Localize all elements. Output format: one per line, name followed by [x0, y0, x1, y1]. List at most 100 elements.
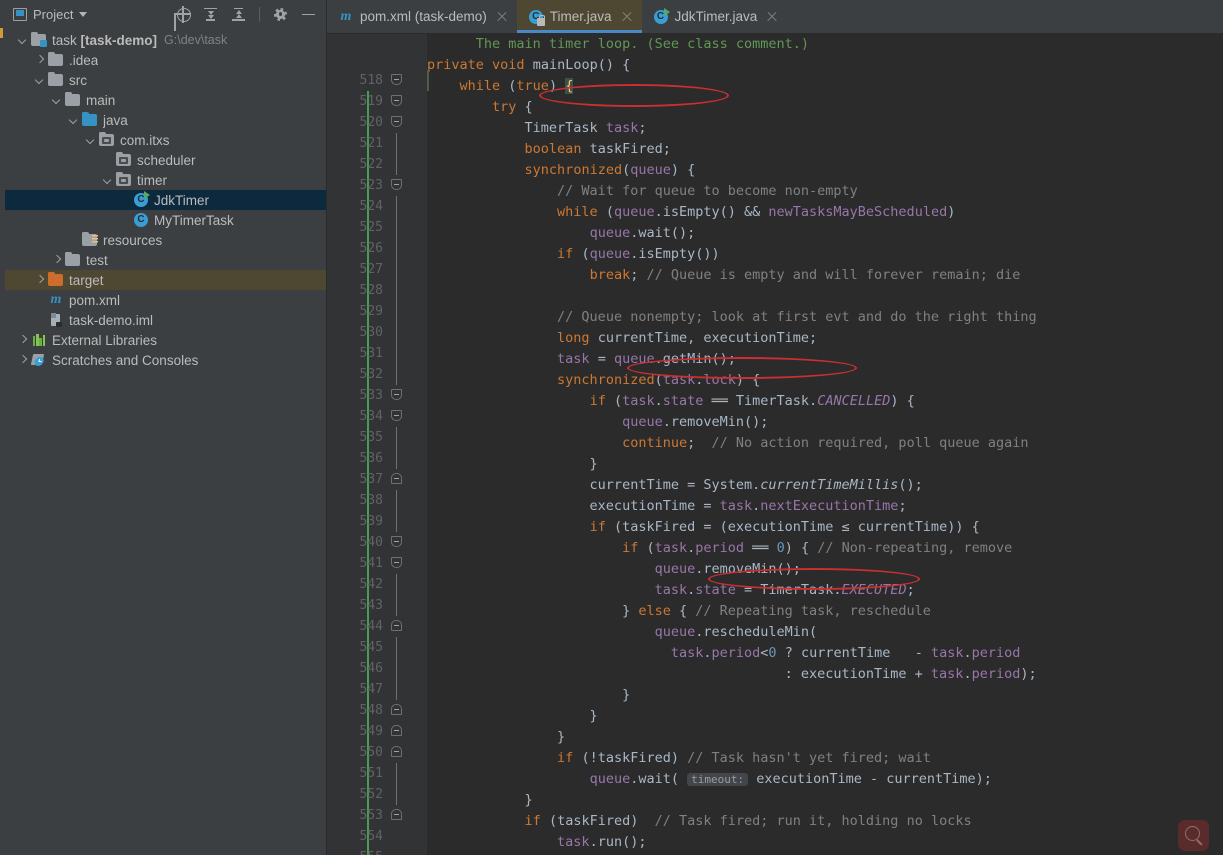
chevron-down-icon[interactable] [102, 174, 114, 186]
code-line[interactable]: private void mainLoop() { [427, 55, 1223, 76]
code-line[interactable]: } [427, 790, 1223, 811]
expand-all-icon[interactable] [203, 7, 218, 22]
fold-marker[interactable] [389, 532, 405, 553]
code-line[interactable]: if (!taskFired) // Task hasn't yet fired… [427, 748, 1223, 769]
tree-item-jdktimer[interactable]: JdkTimer [5, 190, 326, 210]
code-text-area[interactable]: The main timer loop. (See class comment.… [427, 34, 1223, 855]
code-line[interactable]: try { [427, 97, 1223, 118]
editor-tab-timer[interactable]: Timer.java [516, 0, 642, 33]
code-line[interactable]: currentTime = System.currentTimeMillis()… [427, 475, 1223, 496]
chevron-right-icon[interactable] [51, 254, 63, 266]
code-line[interactable]: // Queue nonempty; look at first evt and… [427, 307, 1223, 328]
tree-item-java[interactable]: java [5, 110, 326, 130]
chevron-right-icon[interactable] [34, 54, 46, 66]
fold-marker[interactable] [389, 238, 405, 259]
collapse-all-icon[interactable] [231, 7, 246, 22]
tree-item-task-demo-iml[interactable]: task-demo.iml [5, 310, 326, 330]
fold-marker[interactable] [389, 763, 405, 784]
code-line[interactable]: long currentTime, executionTime; [427, 328, 1223, 349]
editor-tab-pom[interactable]: m pom.xml (task-demo) [327, 0, 517, 33]
source-code[interactable]: The main timer loop. (See class comment.… [427, 34, 1223, 853]
tree-item-src[interactable]: src [5, 70, 326, 90]
fold-marker[interactable] [389, 385, 405, 406]
fold-marker[interactable] [389, 322, 405, 343]
code-line[interactable]: queue.rescheduleMin( [427, 622, 1223, 643]
fold-marker[interactable] [389, 742, 405, 763]
fold-marker[interactable] [389, 196, 405, 217]
fold-marker[interactable] [389, 574, 405, 595]
fold-marker[interactable] [389, 343, 405, 364]
fold-marker[interactable] [389, 511, 405, 532]
fold-marker[interactable] [389, 553, 405, 574]
fold-marker[interactable] [389, 784, 405, 805]
tree-item-target[interactable]: target [5, 270, 326, 290]
fold-marker[interactable] [389, 721, 405, 742]
fold-marker[interactable] [389, 616, 405, 637]
code-line[interactable]: boolean taskFired; [427, 139, 1223, 160]
code-editor[interactable]: 518 519 520 521 522 523 524 525 526 527 528 529 530 5… [327, 34, 1223, 855]
chevron-right-icon[interactable] [34, 274, 46, 286]
code-line[interactable]: } [427, 706, 1223, 727]
code-line[interactable]: task = queue.getMin(); [427, 349, 1223, 370]
tree-item-external-libraries[interactable]: External Libraries [5, 330, 326, 350]
code-line[interactable]: : executionTime + task.period); [427, 664, 1223, 685]
minimize-icon[interactable] [301, 7, 316, 22]
code-line[interactable]: queue.wait( timeout: executionTime - cur… [427, 769, 1223, 790]
code-line[interactable]: } [427, 727, 1223, 748]
fold-marker[interactable] [389, 427, 405, 448]
tree-item-resources[interactable]: resources [5, 230, 326, 250]
fold-marker[interactable] [389, 658, 405, 679]
gear-icon[interactable] [273, 7, 288, 22]
fold-marker[interactable] [389, 280, 405, 301]
code-line[interactable] [427, 286, 1223, 307]
fold-marker[interactable] [389, 490, 405, 511]
fold-marker[interactable] [389, 70, 405, 91]
code-line[interactable]: while (queue.isEmpty() && newTasksMayBeS… [427, 202, 1223, 223]
fold-marker[interactable] [389, 301, 405, 322]
tree-item-timer[interactable]: timer [5, 170, 326, 190]
fold-marker[interactable] [389, 406, 405, 427]
code-line[interactable]: } [427, 685, 1223, 706]
code-line[interactable]: queue.wait(); [427, 223, 1223, 244]
code-line[interactable]: queue.removeMin(); [427, 559, 1223, 580]
fold-marker[interactable] [389, 469, 405, 490]
fold-marker[interactable] [389, 595, 405, 616]
code-line[interactable]: if (taskFired) // Task fired; run it, ho… [427, 811, 1223, 832]
fold-marker[interactable] [389, 679, 405, 700]
tree-item-scratches-and-consoles[interactable]: Scratches and Consoles [5, 350, 326, 370]
code-line[interactable]: } else { // Repeating task, reschedule [427, 601, 1223, 622]
fold-marker[interactable] [389, 826, 405, 847]
code-line[interactable]: task.run(); [427, 832, 1223, 853]
fold-marker[interactable] [389, 175, 405, 196]
tree-item-main[interactable]: main [5, 90, 326, 110]
tree-item-test[interactable]: test [5, 250, 326, 270]
locate-icon[interactable] [174, 5, 191, 23]
tree-item-com-itxs[interactable]: com.itxs [5, 130, 326, 150]
fold-marker[interactable] [389, 637, 405, 658]
tree-item-scheduler[interactable]: scheduler [5, 150, 326, 170]
chevron-down-icon[interactable] [34, 74, 46, 86]
code-line[interactable]: while (true) { [427, 76, 1223, 97]
project-view-selector[interactable]: Project [13, 7, 88, 22]
chevron-down-icon[interactable] [79, 11, 88, 17]
code-line[interactable]: executionTime = task.nextExecutionTime; [427, 496, 1223, 517]
editor-tab-jdktimer[interactable]: JdkTimer.java [642, 0, 788, 33]
code-line[interactable]: queue.removeMin(); [427, 412, 1223, 433]
chevron-right-icon[interactable] [17, 354, 29, 366]
fold-marker[interactable] [389, 364, 405, 385]
chevron-down-icon[interactable] [68, 114, 80, 126]
code-line[interactable]: if (task.period ══ 0) { // Non-repeating… [427, 538, 1223, 559]
code-line[interactable]: continue; // No action required, poll qu… [427, 433, 1223, 454]
code-line[interactable]: synchronized(queue) { [427, 160, 1223, 181]
code-line[interactable]: task.state = TimerTask.EXECUTED; [427, 580, 1223, 601]
code-line[interactable]: break; // Queue is empty and will foreve… [427, 265, 1223, 286]
tree-item--idea[interactable]: .idea [5, 50, 326, 70]
code-line[interactable]: } [427, 454, 1223, 475]
code-line[interactable]: if (queue.isEmpty()) [427, 244, 1223, 265]
fold-marker[interactable] [389, 133, 405, 154]
fold-marker[interactable] [389, 259, 405, 280]
close-icon[interactable] [621, 11, 633, 23]
tree-item-task-task-demo-[interactable]: task [task-demo] G:\dev\task [5, 30, 326, 50]
fold-marker[interactable] [389, 805, 405, 826]
code-line[interactable]: task.period<0 ? currentTime - task.perio… [427, 643, 1223, 664]
